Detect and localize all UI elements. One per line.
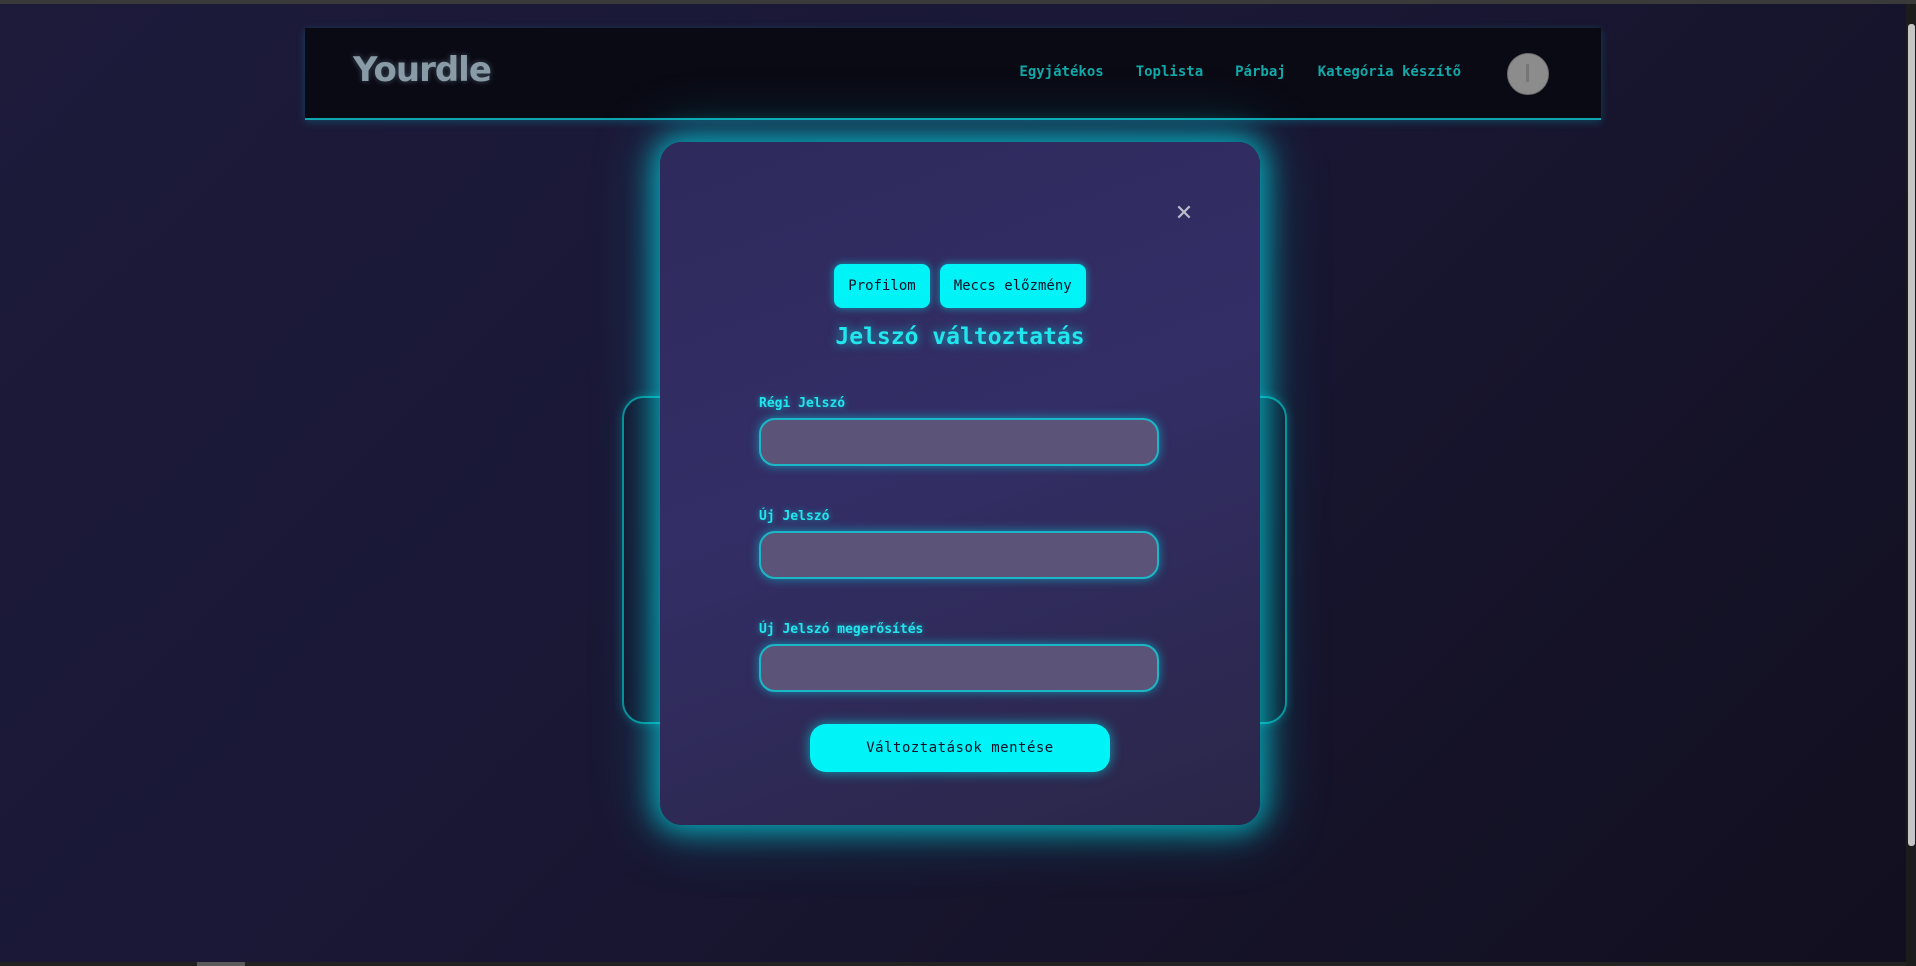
old-password-label: Régi Jelszó (759, 396, 846, 411)
modal-title: Jelszó változtatás (835, 324, 1085, 350)
horizontal-scrollbar-thumb[interactable] (197, 962, 245, 966)
old-password-input[interactable] (759, 418, 1159, 466)
tab-profilom[interactable]: Profilom (834, 264, 930, 308)
browser-top-strip (0, 0, 1916, 4)
modal-tabs: Profilom Meccs előzmény (660, 264, 1260, 308)
logo-text: Yourdle (353, 50, 492, 90)
vertical-scrollbar-thumb[interactable] (1908, 24, 1915, 846)
new-password-input[interactable] (759, 531, 1159, 579)
horizontal-scrollbar-track[interactable] (0, 962, 1906, 966)
navbar: Yourdle Egyjátékos Toplista Párbaj Kateg… (305, 28, 1601, 120)
confirm-password-input[interactable] (759, 644, 1159, 692)
profile-modal: ✕ Profilom Meccs előzmény Jelszó változt… (660, 142, 1260, 825)
close-icon[interactable]: ✕ (1172, 202, 1196, 226)
confirm-password-label: Új Jelszó megerősítés (759, 622, 924, 637)
nav-links: Egyjátékos Toplista Párbaj Kategória kés… (1019, 64, 1461, 80)
nav-item-parbaj[interactable]: Párbaj (1235, 64, 1286, 80)
nav-item-kategoria-keszito[interactable]: Kategória készítő (1318, 64, 1461, 80)
save-changes-button[interactable]: Változtatások mentése (810, 724, 1110, 772)
tab-meccs-elozmeny[interactable]: Meccs előzmény (939, 264, 1086, 308)
nav-item-toplista[interactable]: Toplista (1136, 64, 1203, 80)
logo[interactable]: Yourdle (353, 50, 492, 90)
new-password-label: Új Jelszó (759, 509, 830, 524)
nav-item-egyjatekos[interactable]: Egyjátékos (1019, 64, 1103, 80)
user-avatar-icon[interactable] (1507, 53, 1549, 95)
